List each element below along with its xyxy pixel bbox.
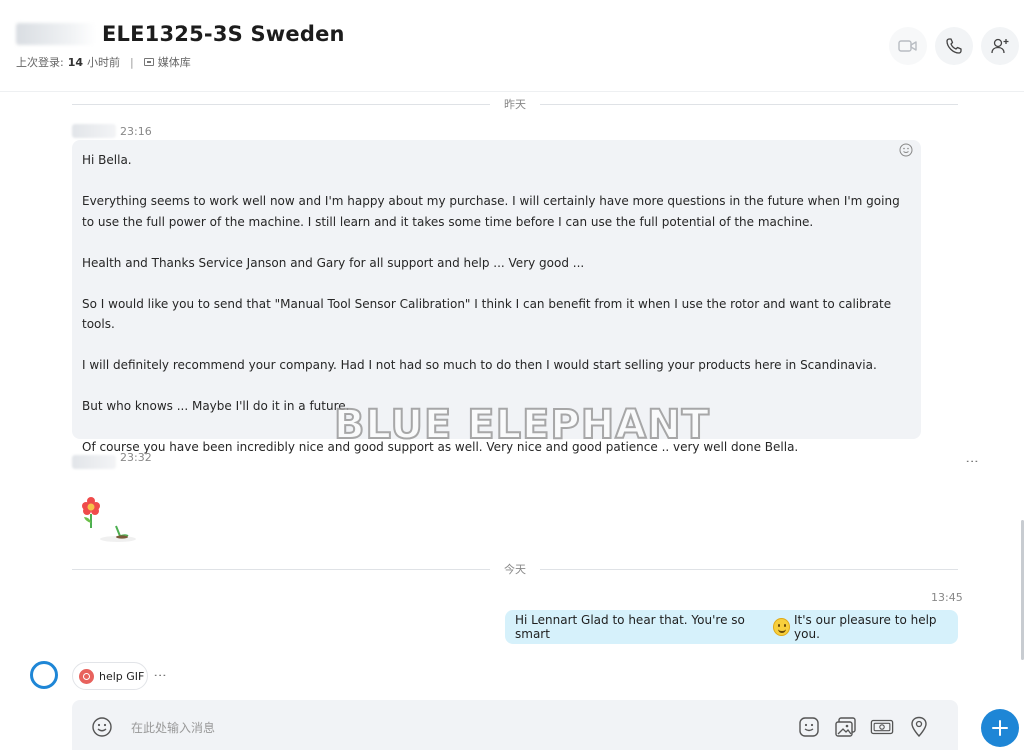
- message-more-options-icon[interactable]: ⋮: [964, 455, 979, 468]
- media-attach-button[interactable]: [834, 715, 858, 739]
- add-content-button[interactable]: [981, 709, 1019, 747]
- message-paragraph: I will definitely recommend your company…: [82, 358, 877, 372]
- chat-header: ELE1325-3S Sweden 上次登录: 14 小时前 | 媒体库: [0, 0, 1024, 92]
- message-timestamp: 23:32: [120, 451, 152, 464]
- sticker-button[interactable]: [797, 715, 821, 739]
- video-call-icon: [898, 40, 917, 52]
- audio-call-button[interactable]: [935, 27, 973, 65]
- add-person-icon: [991, 38, 1009, 54]
- share-location-button[interactable]: [907, 715, 931, 739]
- title-row: ELE1325-3S Sweden: [16, 22, 345, 46]
- message-text: It's our pleasure to help you.: [794, 613, 937, 641]
- incoming-message-bubble[interactable]: Hi Bella. Everything seems to work well …: [72, 140, 921, 454]
- last-seen-label: 上次登录:: [16, 56, 64, 69]
- plus-icon: [992, 720, 1008, 736]
- message-timestamp: 13:45: [931, 591, 963, 604]
- compose-bar: 在此处输入消息: [72, 700, 958, 750]
- flower-sticker-icon[interactable]: [76, 496, 146, 548]
- message-input[interactable]: 在此处输入消息: [131, 719, 215, 736]
- suggestion-more-options-icon[interactable]: ⋮: [152, 669, 167, 682]
- loading-ring-icon: [30, 661, 58, 689]
- message-paragraph: But who knows ... Maybe I'll do it in a …: [82, 399, 350, 413]
- video-call-button[interactable]: [889, 27, 927, 65]
- sticker-icon: [799, 717, 819, 737]
- message-timestamp: 23:16: [120, 125, 152, 138]
- divider: [540, 103, 958, 105]
- divider: [72, 103, 490, 105]
- date-label: 今天: [504, 563, 526, 576]
- blurred-sender-name: [72, 455, 116, 469]
- message-paragraph: Of course you have been incredibly nice …: [82, 440, 799, 454]
- emoji-picker-button[interactable]: [90, 715, 114, 739]
- chip-label: help GIF: [99, 669, 145, 683]
- outgoing-message-bubble[interactable]: Hi Lennart Glad to hear that. You're so …: [505, 610, 958, 644]
- message-text: Hi Lennart Glad to hear that. You're so …: [515, 613, 745, 641]
- message-paragraph: Hi Bella.: [82, 153, 132, 167]
- blurred-contact-name: [16, 23, 96, 45]
- add-participant-button[interactable]: [981, 27, 1019, 65]
- send-money-button[interactable]: [870, 715, 894, 739]
- gif-icon: [79, 668, 94, 684]
- money-icon: [870, 719, 894, 735]
- message-paragraph: Health and Thanks Service Janson and Gar…: [82, 255, 585, 270]
- divider: [72, 568, 490, 570]
- date-label: 昨天: [504, 98, 526, 111]
- message-paragraph: Everything seems to work well now and I'…: [82, 194, 904, 229]
- chat-title[interactable]: ELE1325-3S Sweden: [102, 22, 345, 46]
- location-pin-icon: [911, 716, 927, 738]
- media-gallery-icon[interactable]: [143, 58, 154, 66]
- emoji-icon: [92, 717, 112, 737]
- message-paragraph: So I would like you to send that "Manual…: [82, 296, 895, 332]
- help-gif-chip[interactable]: help GIF: [72, 662, 148, 690]
- chat-subtitle: 上次登录: 14 小时前 | 媒体库: [16, 54, 191, 70]
- last-seen-unit: 小时前: [87, 56, 121, 69]
- add-reaction-icon[interactable]: [899, 143, 913, 157]
- image-icon: [835, 717, 856, 737]
- date-separator-today: 今天: [72, 561, 958, 577]
- date-separator-yesterday: 昨天: [72, 96, 958, 112]
- blurred-sender-name: [72, 124, 116, 138]
- media-gallery-link[interactable]: 媒体库: [158, 54, 191, 70]
- last-seen-value: 14: [67, 55, 84, 69]
- subtitle-separator: |: [130, 55, 134, 69]
- smile-emoji-icon: [772, 618, 791, 636]
- divider: [540, 568, 958, 570]
- phone-icon: [946, 38, 962, 54]
